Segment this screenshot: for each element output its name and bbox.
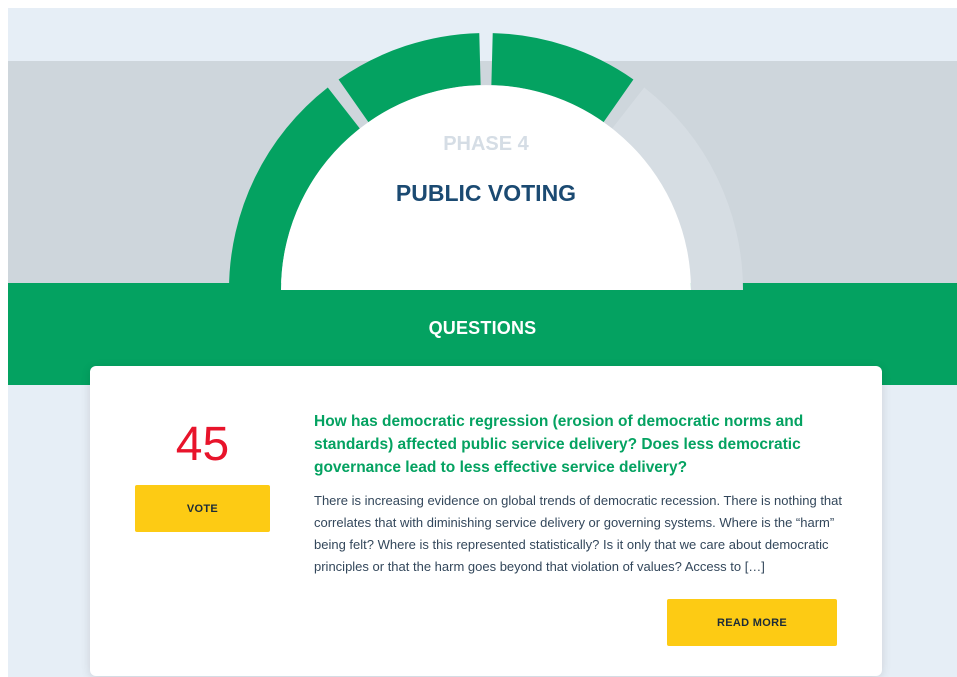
vote-button[interactable]: VOTE xyxy=(135,485,270,532)
read-more-button[interactable]: READ MORE xyxy=(667,599,837,646)
question-title-link[interactable]: How has democratic regression (erosion o… xyxy=(314,410,834,479)
phase-number-label: PHASE 4 xyxy=(443,133,529,155)
question-excerpt: There is increasing evidence on global t… xyxy=(314,493,842,574)
phase-name-title: PUBLIC VOTING xyxy=(395,180,577,206)
vote-count: 45 xyxy=(175,418,230,471)
